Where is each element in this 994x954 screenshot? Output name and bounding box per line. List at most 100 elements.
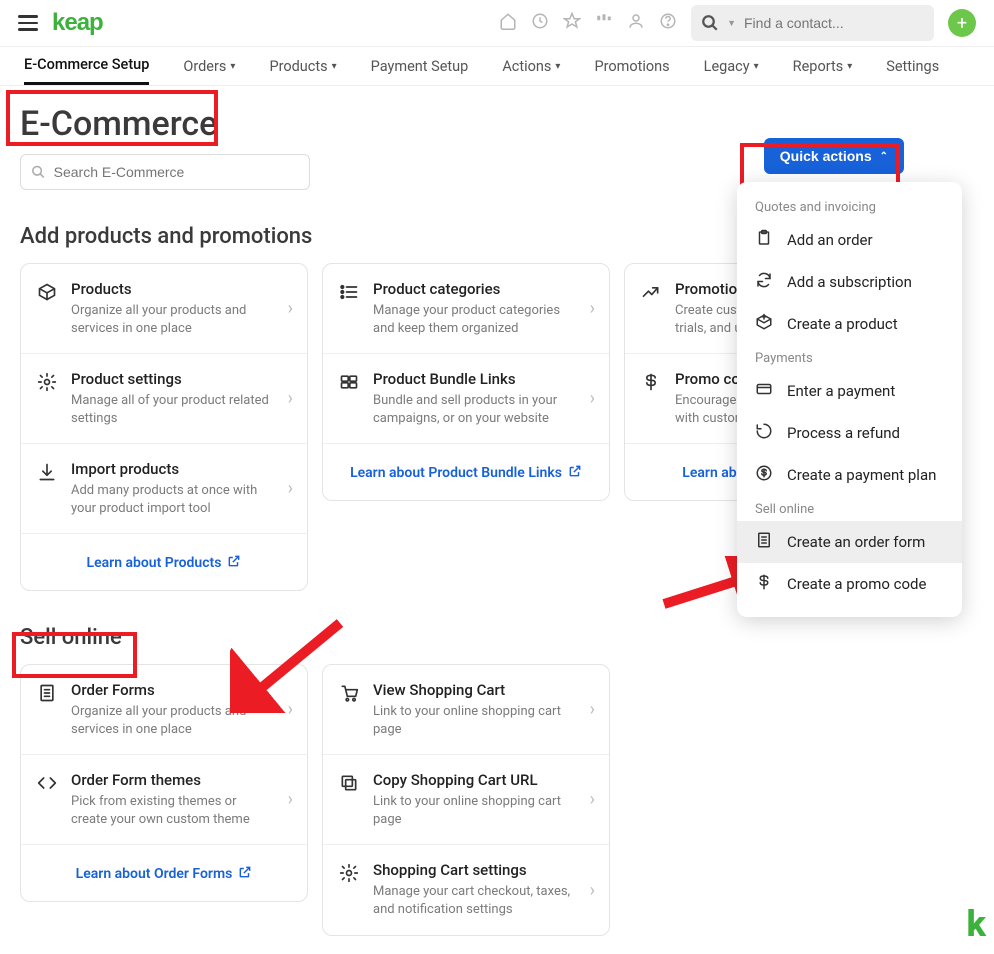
download-icon [35, 462, 59, 482]
qa-item-label: Create a promo code [787, 575, 926, 593]
card-import-products[interactable]: Import products Add many products at onc… [21, 443, 307, 533]
form-icon [35, 683, 59, 703]
refresh-dollar-icon [755, 271, 773, 293]
learn-link[interactable]: Learn about Product Bundle Links [350, 464, 582, 482]
clock-icon[interactable] [531, 12, 549, 34]
chevron-down-icon: ▾ [555, 61, 560, 72]
chevron-down-icon: ▾ [847, 61, 852, 72]
menu-button[interactable] [18, 15, 38, 31]
card-subtitle: Manage your cart checkout, taxes, and no… [373, 883, 578, 918]
chevron-right-icon: › [590, 789, 595, 810]
qa-section-label: Quotes and invoicing [737, 194, 962, 219]
cart-icon [337, 683, 361, 703]
qa-section-label: Payments [737, 345, 962, 370]
trend-icon [639, 282, 663, 302]
qa-item-label: Create a payment plan [787, 466, 936, 484]
home-icon[interactable] [499, 12, 517, 34]
nav-tab-8[interactable]: Settings [886, 47, 939, 85]
qa-item-create-a-promo-code[interactable]: Create a promo code [737, 563, 962, 605]
dollar-circle-icon [755, 464, 773, 486]
user-icon[interactable] [627, 12, 645, 34]
gear-icon [337, 863, 361, 883]
card-product-settings[interactable]: Product settings Manage all of your prod… [21, 353, 307, 443]
card-shopping-cart-settings[interactable]: Shopping Cart settings Manage your cart … [323, 844, 609, 934]
list-icon [337, 282, 361, 302]
contact-search-input[interactable] [744, 15, 924, 31]
chevron-right-icon: › [590, 388, 595, 409]
card-title: Products [71, 280, 276, 298]
chevron-right-icon: › [288, 388, 293, 409]
box-icon [35, 282, 59, 302]
ext-icon [238, 865, 252, 883]
code-icon [35, 773, 59, 793]
card-title: Product categories [373, 280, 578, 298]
chevron-right-icon: › [288, 298, 293, 319]
nav-tab-2[interactable]: Products▾ [269, 47, 336, 85]
learn-link[interactable]: Learn about Products [87, 554, 242, 572]
card-subtitle: Bundle and sell products in your campaig… [373, 392, 578, 427]
card-title: Product Bundle Links [373, 370, 578, 388]
qa-item-add-a-subscription[interactable]: Add a subscription [737, 261, 962, 303]
card-product-bundle-links[interactable]: Product Bundle Links Bundle and sell pro… [323, 353, 609, 443]
chevron-right-icon: › [590, 699, 595, 720]
help-icon[interactable] [659, 12, 677, 34]
section-heading: Sell online [20, 625, 974, 650]
nav-tab-0[interactable]: E-Commerce Setup [24, 47, 149, 85]
card-title: Product settings [71, 370, 276, 388]
nav-tab-5[interactable]: Promotions [594, 47, 669, 85]
card-copy-shopping-cart-url[interactable]: Copy Shopping Cart URL Link to your onli… [323, 754, 609, 844]
nav-tab-7[interactable]: Reports▾ [793, 47, 853, 85]
qa-item-label: Process a refund [787, 424, 900, 442]
page-search-input[interactable] [54, 164, 299, 180]
quick-actions-menu: Quotes and invoicing Add an order Add a su… [737, 182, 962, 617]
page-search[interactable] [20, 154, 310, 190]
card-title: Copy Shopping Cart URL [373, 771, 578, 789]
card-product-categories[interactable]: Product categories Manage your product c… [323, 264, 609, 353]
nav-tab-1[interactable]: Orders▾ [183, 47, 235, 85]
qa-item-process-a-refund[interactable]: Process a refund [737, 412, 962, 454]
clipboard-icon [755, 229, 773, 251]
qa-item-add-an-order[interactable]: Add an order [737, 219, 962, 261]
card-products[interactable]: Products Organize all your products and … [21, 264, 307, 353]
card-title: Order Form themes [71, 771, 276, 789]
qa-item-label: Add a subscription [787, 273, 912, 291]
card-subtitle: Add many products at once with your prod… [71, 482, 276, 517]
card-title: View Shopping Cart [373, 681, 578, 699]
qa-item-label: Create an order form [787, 533, 925, 551]
nav-tab-6[interactable]: Legacy▾ [704, 47, 759, 85]
card-subtitle: Organize all your products and services … [71, 703, 276, 738]
qa-item-create-a-payment-plan[interactable]: Create a payment plan [737, 454, 962, 496]
card-order-forms[interactable]: Order Forms Organize all your products a… [21, 665, 307, 754]
chevron-right-icon: › [590, 880, 595, 901]
qa-item-enter-a-payment[interactable]: Enter a payment [737, 370, 962, 412]
card-subtitle: Link to your online shopping cart page [373, 793, 578, 828]
nav-tab-3[interactable]: Payment Setup [371, 47, 469, 85]
chevron-right-icon: › [288, 478, 293, 499]
form-icon [755, 531, 773, 553]
card-title: Shopping Cart settings [373, 861, 578, 879]
qa-item-label: Create a product [787, 315, 898, 333]
card-order-form-themes[interactable]: Order Form themes Pick from existing the… [21, 754, 307, 844]
chevron-down-icon: ▾ [754, 61, 759, 72]
ext-icon [568, 464, 582, 482]
star-icon[interactable] [563, 12, 581, 34]
quick-actions-button[interactable]: Quick actions ⌃ [764, 138, 904, 174]
bundle-icon [337, 372, 361, 392]
contact-search[interactable]: ▼ [691, 5, 934, 41]
add-button[interactable]: + [948, 9, 976, 37]
grid-icon[interactable] [595, 12, 613, 34]
card-view-shopping-cart[interactable]: View Shopping Cart Link to your online s… [323, 665, 609, 754]
gear-icon [35, 372, 59, 392]
chevron-down-icon: ▾ [332, 61, 337, 72]
qa-section-label: Sell online [737, 496, 962, 521]
chevron-right-icon: › [590, 298, 595, 319]
chevron-down-icon: ▾ [230, 61, 235, 72]
card-title: Import products [71, 460, 276, 478]
qa-item-create-an-order-form[interactable]: Create an order form [737, 521, 962, 563]
learn-link[interactable]: Learn about Order Forms [76, 865, 253, 883]
qa-item-create-a-product[interactable]: Create a product [737, 303, 962, 345]
card-subtitle: Manage all of your product related setti… [71, 392, 276, 427]
nav-tab-4[interactable]: Actions▾ [502, 47, 560, 85]
card-subtitle: Link to your online shopping cart page [373, 703, 578, 738]
qa-item-label: Add an order [787, 231, 873, 249]
